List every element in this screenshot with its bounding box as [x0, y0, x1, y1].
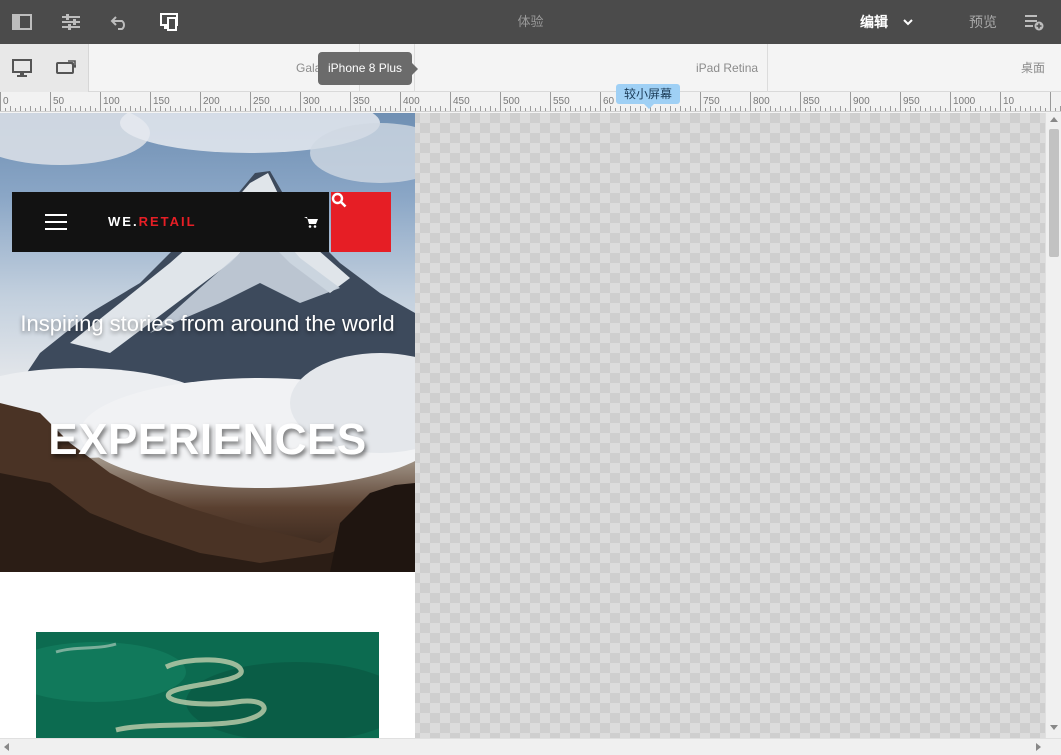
search-icon [331, 192, 347, 208]
hero-title: EXPERIENCES [48, 415, 367, 464]
scroll-down-icon[interactable] [1050, 725, 1058, 730]
top-toolbar: 体验 编辑 预览 [0, 0, 1061, 44]
breakpoint-tooltip: 较小屏幕 [616, 84, 681, 109]
scroll-up-icon[interactable] [1050, 117, 1058, 122]
ruler-label: 0 [3, 96, 9, 107]
device-tooltip: iPhone 8 Plus [318, 52, 419, 85]
emulator-canvas: WE.RETAIL Inspiring stories from around … [0, 113, 1045, 738]
desktop-icon[interactable] [10, 56, 34, 80]
chevron-down-icon [902, 16, 914, 28]
preview-button[interactable]: 预览 [969, 0, 997, 44]
scroll-right-icon[interactable] [1036, 743, 1041, 751]
device-desktop[interactable]: 桌面 [1021, 44, 1045, 92]
brand-main: WE. [108, 214, 139, 229]
emulator-icon[interactable] [147, 0, 191, 44]
hero-image: WE.RETAIL Inspiring stories from around … [0, 113, 415, 572]
ruler-label: 950 [903, 96, 920, 107]
device-ipad-retina[interactable]: iPad Retina [696, 44, 758, 92]
ruler-label: 250 [253, 96, 270, 107]
page-info-icon[interactable] [1012, 0, 1056, 44]
ruler-label: 800 [753, 96, 770, 107]
ruler-label: 400 [403, 96, 420, 107]
ruler-label: 10 [1003, 96, 1015, 107]
ruler-label: 500 [503, 96, 520, 107]
search-button[interactable] [331, 192, 391, 252]
ruler-label: 450 [453, 96, 470, 107]
ruler-label: 50 [53, 96, 65, 107]
ruler-label: 100 [103, 96, 120, 107]
menu-icon[interactable] [45, 214, 67, 230]
device-divider [767, 44, 768, 92]
ruler-label: 150 [153, 96, 170, 107]
ruler-label: 60 [603, 96, 615, 107]
vertical-scrollbar[interactable] [1045, 113, 1061, 738]
edit-mode-dropdown[interactable]: 编辑 [860, 0, 914, 44]
ruler-label: 1000 [953, 96, 976, 107]
emulator-toolbar: Gala iPad Retina 桌面 [0, 44, 1061, 92]
ruler-label: 300 [303, 96, 320, 107]
ruler-label: 350 [353, 96, 370, 107]
rotate-device-icon[interactable] [54, 56, 78, 80]
ruler-label: 550 [553, 96, 570, 107]
edit-mode-label: 编辑 [860, 14, 888, 30]
brand-accent: RETAIL [138, 214, 197, 229]
scroll-left-icon[interactable] [4, 743, 9, 751]
horizontal-scrollbar[interactable] [0, 738, 1061, 755]
river-image [36, 632, 379, 738]
brand-logo[interactable]: WE.RETAIL [108, 192, 197, 252]
site-navbar: WE.RETAIL [12, 192, 329, 252]
ruler-label: 900 [853, 96, 870, 107]
undo-icon[interactable] [98, 0, 142, 44]
ruler[interactable]: 0501001502002503003504004505005506070075… [0, 92, 1061, 112]
cart-icon[interactable] [304, 216, 318, 228]
properties-icon[interactable] [49, 0, 93, 44]
page-frame: WE.RETAIL Inspiring stories from around … [0, 113, 415, 738]
side-panel-icon[interactable] [0, 0, 44, 44]
ruler-label: 750 [703, 96, 720, 107]
ruler-label: 850 [803, 96, 820, 107]
scrollbar-thumb[interactable] [1049, 129, 1059, 257]
hero-subtitle: Inspiring stories from around the world [20, 311, 395, 336]
emulator-controls [0, 44, 89, 92]
ruler-label: 200 [203, 96, 220, 107]
